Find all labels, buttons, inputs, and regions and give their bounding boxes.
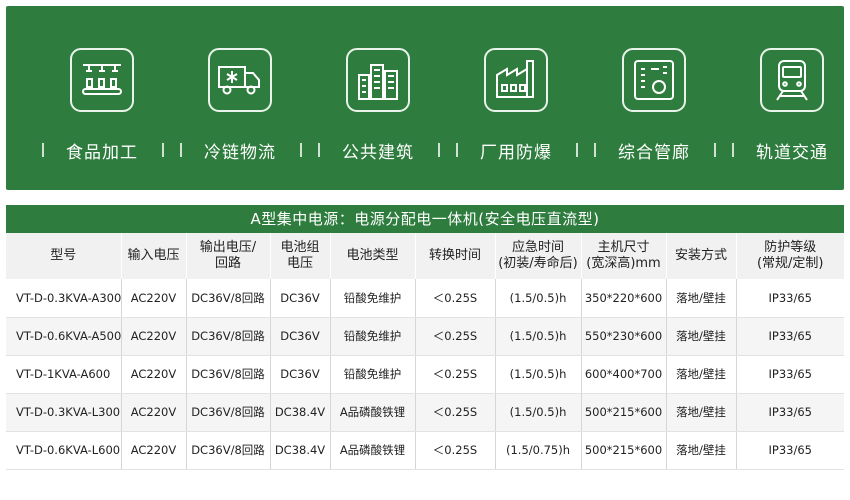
cell-output-voltage: DC36V/8回路 (186, 317, 271, 356)
cell-battery-voltage: DC36V (270, 279, 331, 318)
app-utility-tunnel: 综合管廊 (590, 42, 728, 172)
table-title: A型集中电源：电源分配电一体机(安全电压直流型) (6, 205, 844, 233)
cell-switch-time: ＜0.25S (415, 393, 496, 432)
cell-battery-voltage: DC38.4V (270, 393, 331, 432)
app-label: 轨道交通 (756, 143, 828, 163)
cold-truck-icon (208, 48, 272, 112)
cell-host-size: 600*400*700 (581, 355, 667, 394)
cell-battery-type: A品磷酸铁锂 (330, 431, 416, 470)
cell-input-voltage: AC220V (121, 355, 187, 394)
cell-model: VT-D-0.6KVA-A500 (6, 317, 122, 356)
cell-switch-time: ＜0.25S (415, 317, 496, 356)
buildings-icon (346, 48, 410, 112)
cell-output-voltage: DC36V/8回路 (186, 393, 271, 432)
cell-installation: 落地/壁挂 (666, 431, 737, 470)
app-public-buildings: 公共建筑 (314, 42, 452, 172)
col-header-model: 型号 (6, 233, 122, 279)
header-row: 型号 输入电压 输出电压/回路 电池组 电压 电池类型 转换时间 应急时间 (初装/… (6, 233, 844, 279)
cell-input-voltage: AC220V (121, 431, 187, 470)
cell-emergency-time: (1.5/0.5)h (495, 317, 582, 356)
table-row: VT-D-0.6KVA-L600 AC220V DC36V/8回路 DC38.4… (6, 431, 844, 470)
cell-output-voltage: DC36V/8回路 (186, 431, 271, 470)
app-food-processing: 食品加工 (38, 42, 176, 172)
cell-battery-voltage: DC36V (270, 355, 331, 394)
cell-battery-voltage: DC36V (270, 317, 331, 356)
train-icon (760, 48, 824, 112)
cell-host-size: 350*220*600 (581, 279, 667, 318)
cell-battery-type: 铅酸免维护 (330, 355, 416, 394)
factory-icon (484, 48, 548, 112)
cell-installation: 落地/壁挂 (666, 317, 737, 356)
divider (162, 143, 164, 157)
spec-table: 型号 输入电压 输出电压/回路 电池组 电压 电池类型 转换时间 应急时间 (初装/… (6, 233, 844, 470)
cell-installation: 落地/壁挂 (666, 393, 737, 432)
col-header-installation: 安装方式 (666, 233, 737, 279)
cell-host-size: 500*215*600 (581, 431, 667, 470)
divider (576, 143, 578, 157)
cell-battery-type: 铅酸免维护 (330, 317, 416, 356)
col-header-input-voltage: 输入电压 (121, 233, 187, 279)
cell-battery-type: 铅酸免维护 (330, 279, 416, 318)
cell-host-size: 550*230*600 (581, 317, 667, 356)
table-row: VT-D-0.3KVA-L300 AC220V DC36V/8回路 DC38.4… (6, 393, 844, 432)
table-row: VT-D-0.3KVA-A300 AC220V DC36V/8回路 DC36V … (6, 279, 844, 318)
cell-emergency-time: (1.5/0.5)h (495, 279, 582, 318)
cell-model: VT-D-0.6KVA-L600 (6, 431, 122, 470)
cell-protection: IP33/65 (736, 431, 844, 470)
cell-emergency-time: (1.5/0.75)h (495, 431, 582, 470)
cell-host-size: 500*215*600 (581, 393, 667, 432)
cell-model: VT-D-0.3KVA-A300 (6, 279, 122, 318)
divider (300, 143, 302, 157)
cell-output-voltage: DC36V/8回路 (186, 279, 271, 318)
divider (714, 143, 716, 157)
col-header-battery-voltage: 电池组 电压 (270, 233, 331, 279)
col-header-emergency-time: 应急时间 (初装/寿命后) (495, 233, 582, 279)
app-factory-explosion-proof: 厂用防爆 (452, 42, 590, 172)
cell-input-voltage: AC220V (121, 279, 187, 318)
cell-output-voltage: DC36V/8回路 (186, 355, 271, 394)
col-header-protection: 防护等级 (常规/定制) (736, 233, 844, 279)
app-label: 综合管廊 (618, 143, 690, 163)
cell-battery-type: A品磷酸铁锂 (330, 393, 416, 432)
cell-input-voltage: AC220V (121, 317, 187, 356)
col-header-battery-type: 电池类型 (330, 233, 416, 279)
app-label: 冷链物流 (204, 143, 276, 163)
cell-installation: 落地/壁挂 (666, 355, 737, 394)
app-label: 厂用防爆 (480, 143, 552, 163)
cell-model: VT-D-1KVA-A600 (6, 355, 122, 394)
cell-installation: 落地/壁挂 (666, 279, 737, 318)
cell-emergency-time: (1.5/0.5)h (495, 393, 582, 432)
app-label: 公共建筑 (342, 143, 414, 163)
application-banner: 食品加工 冷链物流 公共建筑 厂用防爆 综合管廊 轨道交通 (6, 6, 844, 190)
spec-table-section: A型集中电源：电源分配电一体机(安全电压直流型) 型号 输入电压 输出电压/回路… (6, 205, 844, 470)
cell-switch-time: ＜0.25S (415, 431, 496, 470)
cell-model: VT-D-0.3KVA-L300 (6, 393, 122, 432)
cell-emergency-time: (1.5/0.5)h (495, 355, 582, 394)
col-header-switch-time: 转换时间 (415, 233, 496, 279)
cell-switch-time: ＜0.25S (415, 279, 496, 318)
cell-protection: IP33/65 (736, 317, 844, 356)
cell-switch-time: ＜0.25S (415, 355, 496, 394)
cell-battery-voltage: DC38.4V (270, 431, 331, 470)
cell-protection: IP33/65 (736, 355, 844, 394)
col-header-output-voltage: 输出电压/回路 (186, 233, 271, 279)
col-header-host-size: 主机尺寸 (宽深高)mm (581, 233, 667, 279)
cell-input-voltage: AC220V (121, 393, 187, 432)
app-rail-transit: 轨道交通 (728, 42, 850, 172)
cell-protection: IP33/65 (736, 279, 844, 318)
divider (438, 143, 440, 157)
table-row: VT-D-1KVA-A600 AC220V DC36V/8回路 DC36V 铅酸… (6, 355, 844, 394)
conveyor-icon (70, 48, 134, 112)
table-row: VT-D-0.6KVA-A500 AC220V DC36V/8回路 DC36V … (6, 317, 844, 356)
cell-protection: IP33/65 (736, 393, 844, 432)
control-panel-icon (622, 48, 686, 112)
app-cold-chain: 冷链物流 (176, 42, 314, 172)
app-label: 食品加工 (66, 143, 138, 163)
